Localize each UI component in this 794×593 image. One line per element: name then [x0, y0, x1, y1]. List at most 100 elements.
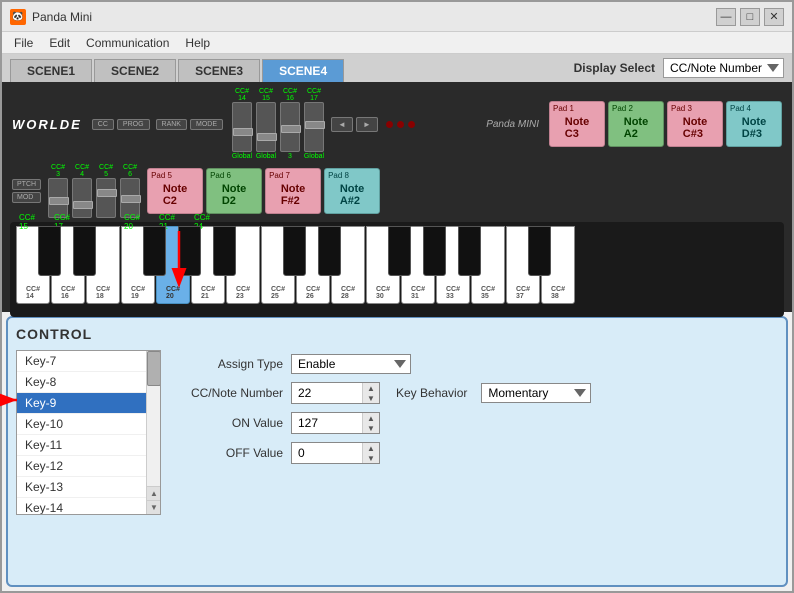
off-value-up-btn[interactable]: ▲ — [363, 443, 379, 453]
black-key-ds2[interactable] — [318, 226, 341, 276]
maximize-button[interactable]: □ — [740, 8, 760, 26]
key-behavior-row: Key Behavior Momentary Toggle Continuous — [396, 383, 591, 403]
display-select-label: Display Select — [574, 61, 655, 75]
nav-left-btn[interactable]: ◄ — [331, 117, 353, 132]
cc-note-row: CC/Note Number ▲ ▼ Key Behavior Mome — [173, 382, 778, 404]
black-key-gs[interactable] — [178, 226, 201, 276]
cc-note-up-btn[interactable]: ▲ — [363, 383, 379, 393]
menu-communication[interactable]: Communication — [78, 34, 177, 52]
cc-btn[interactable]: CC — [92, 119, 114, 130]
off-value-wrap: ▲ ▼ — [291, 442, 380, 464]
scroll-up-btn[interactable]: ▲ — [147, 486, 161, 500]
display-select-dropdown[interactable]: CC/Note Number Note CC# — [663, 58, 784, 78]
on-value-spinner: ▲ ▼ — [362, 413, 379, 433]
key-list-item-key10[interactable]: Key-10 — [17, 414, 146, 435]
on-value-input[interactable] — [292, 414, 362, 432]
nav-right-btn[interactable]: ► — [356, 117, 378, 132]
key-list-item-key12[interactable]: Key-12 — [17, 456, 146, 477]
scrollbar-track[interactable]: ▲ ▼ — [146, 351, 160, 514]
app-icon: 🐼 — [10, 9, 26, 25]
minimize-button[interactable]: — — [716, 8, 736, 26]
worlde-logo: WORLDE — [12, 117, 82, 132]
scrollbar-thumb[interactable] — [147, 351, 161, 386]
key-list-scroll[interactable]: Key-7 Key-8 Key-9 Key-10 Key-11 Key-12 K… — [17, 351, 160, 514]
mod-btn[interactable]: MOD — [12, 192, 41, 203]
tab-scene1[interactable]: SCENE1 — [10, 59, 92, 82]
tab-scene3[interactable]: SCENE3 — [178, 59, 260, 82]
key-list-item-key11[interactable]: Key-11 — [17, 435, 146, 456]
assign-type-label: Assign Type — [173, 357, 283, 371]
model-label: Panda MINI — [486, 119, 539, 130]
rank-btn[interactable]: RANK — [156, 119, 187, 130]
key-list-item-key7[interactable]: Key-7 — [17, 351, 146, 372]
control-section: CONTROL Key-7 Key-8 Key-9 Key-10 Key-11 … — [6, 316, 788, 587]
cc-note-number-label: CC/Note Number — [173, 386, 283, 400]
tab-scene4[interactable]: SCENE4 — [262, 59, 344, 82]
cc-note-number-row: CC/Note Number ▲ ▼ — [173, 382, 380, 404]
assign-type-row: Assign Type Enable Disable CC Note — [173, 354, 778, 374]
pitch-btn[interactable]: PTCH — [12, 179, 41, 190]
menu-bar: File Edit Communication Help — [2, 32, 792, 54]
led-1 — [386, 121, 393, 128]
keyboard-section: WORLDE CC PROG RANK MODE CC#14 G — [2, 82, 792, 312]
led-2 — [397, 121, 404, 128]
off-value-row: OFF Value ▲ ▼ — [173, 442, 778, 464]
black-key-cs3[interactable] — [528, 226, 551, 276]
pad-7[interactable]: Pad 7 NoteF#2 — [265, 168, 321, 214]
cc-note-down-btn[interactable]: ▼ — [363, 393, 379, 403]
mode-btn[interactable]: MODE — [190, 119, 223, 130]
black-key-gs2[interactable] — [423, 226, 446, 276]
black-key-as[interactable] — [213, 226, 236, 276]
off-value-input[interactable] — [292, 444, 362, 462]
cc-note-number-input[interactable] — [292, 384, 362, 402]
control-body: Key-7 Key-8 Key-9 Key-10 Key-11 Key-12 K… — [16, 350, 778, 577]
control-title: CONTROL — [16, 326, 778, 342]
key-list-wrapper: Key-7 Key-8 Key-9 Key-10 Key-11 Key-12 K… — [16, 350, 161, 577]
window-controls: — □ ✕ — [716, 8, 784, 26]
black-key-cs[interactable] — [38, 226, 61, 276]
tab-scene2[interactable]: SCENE2 — [94, 59, 176, 82]
key-behavior-select[interactable]: Momentary Toggle Continuous — [481, 383, 591, 403]
pad-8[interactable]: Pad 8 NoteA#2 — [324, 168, 380, 214]
pad-3[interactable]: Pad 3 NoteC#3 — [667, 101, 723, 147]
menu-edit[interactable]: Edit — [41, 34, 78, 52]
black-key-fs2[interactable] — [388, 226, 411, 276]
key-list-item-key13[interactable]: Key-13 — [17, 477, 146, 498]
black-key-ds[interactable] — [73, 226, 96, 276]
cc-note-number-spinner: ▲ ▼ — [362, 383, 379, 403]
main-window: 🐼 Panda Mini — □ ✕ File Edit Communicati… — [0, 0, 794, 593]
menu-file[interactable]: File — [6, 34, 41, 52]
on-value-wrap: ▲ ▼ — [291, 412, 380, 434]
black-key-as2[interactable] — [458, 226, 481, 276]
display-select-area: Display Select CC/Note Number Note CC# — [574, 58, 784, 82]
key-list-item-key8[interactable]: Key-8 — [17, 372, 146, 393]
off-value-down-btn[interactable]: ▼ — [363, 453, 379, 463]
control-fields: Assign Type Enable Disable CC Note CC/No… — [173, 350, 778, 577]
on-value-up-btn[interactable]: ▲ — [363, 413, 379, 423]
on-value-down-btn[interactable]: ▼ — [363, 423, 379, 433]
close-button[interactable]: ✕ — [764, 8, 784, 26]
on-value-label: ON Value — [173, 416, 283, 430]
pad-2[interactable]: Pad 2 NoteA2 — [608, 101, 664, 147]
scroll-down-btn[interactable]: ▼ — [147, 500, 161, 514]
off-value-label: OFF Value — [173, 446, 283, 460]
key-list-item-key9[interactable]: Key-9 — [17, 393, 146, 414]
on-value-row: ON Value ▲ ▼ — [173, 412, 778, 434]
piano-keyboard: CC#15 CC#14 CC#17 CC#16 CC#18 CC#20 — [10, 222, 784, 317]
pad-1[interactable]: Pad 1 NoteC3 — [549, 101, 605, 147]
key-behavior-label: Key Behavior — [396, 386, 467, 400]
menu-help[interactable]: Help — [177, 34, 218, 52]
key-list-container: Key-7 Key-8 Key-9 Key-10 Key-11 Key-12 K… — [16, 350, 161, 515]
assign-type-select[interactable]: Enable Disable CC Note — [291, 354, 411, 374]
off-value-spinner: ▲ ▼ — [362, 443, 379, 463]
black-key-cs2[interactable] — [283, 226, 306, 276]
pad-4[interactable]: Pad 4 NoteD#3 — [726, 101, 782, 147]
cc-note-number-wrap: ▲ ▼ — [291, 382, 380, 404]
pad-5[interactable]: Pad 5 NoteC2 — [147, 168, 203, 214]
title-bar: 🐼 Panda Mini — □ ✕ — [2, 2, 792, 32]
scene-tabs: SCENE1 SCENE2 SCENE3 SCENE4 Display Sele… — [2, 54, 792, 82]
prog-btn[interactable]: PROG — [117, 119, 150, 130]
black-key-fs[interactable] — [143, 226, 166, 276]
pad-6[interactable]: Pad 6 NoteD2 — [206, 168, 262, 214]
key-list-item-key14[interactable]: Key-14 — [17, 498, 146, 514]
